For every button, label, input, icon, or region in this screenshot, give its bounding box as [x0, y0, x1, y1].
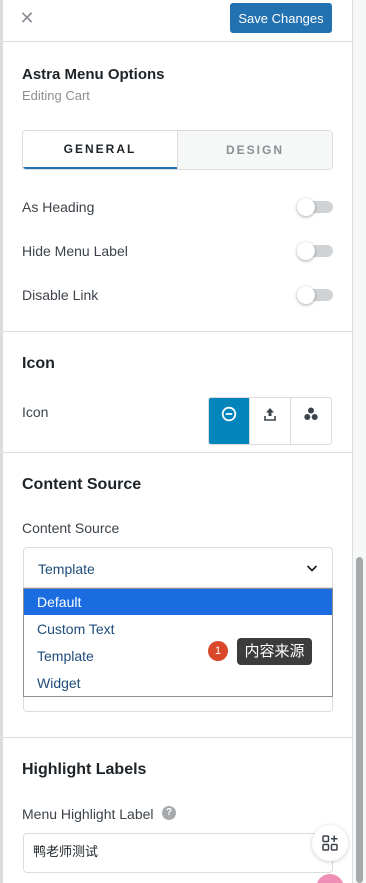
panel-subtitle: Editing Cart: [22, 88, 90, 103]
assistant-avatar[interactable]: [316, 874, 344, 883]
panel-left-border: [0, 0, 3, 883]
scrollbar-thumb[interactable]: [356, 557, 363, 883]
help-icon[interactable]: ?: [162, 806, 176, 820]
close-icon[interactable]: ✕: [19, 8, 35, 28]
annotation-tooltip: 内容来源: [237, 638, 312, 665]
as-heading-toggle[interactable]: [297, 198, 333, 216]
annotation-badge: 1: [208, 641, 228, 661]
icon-option-dots[interactable]: [290, 398, 331, 444]
toggle-row-disable-link: Disable Link: [22, 286, 333, 306]
section-divider: [3, 452, 352, 453]
option-default[interactable]: Default: [24, 589, 332, 615]
icon-option-minus-circle[interactable]: [209, 398, 249, 444]
upload-icon: [264, 408, 276, 421]
section-divider: [3, 737, 352, 738]
option-widget[interactable]: Widget: [24, 670, 332, 696]
content-source-select[interactable]: Template: [23, 547, 333, 588]
panel-title: Astra Menu Options: [22, 66, 165, 83]
menu-highlight-label-input[interactable]: 鸭老师测试: [23, 833, 333, 873]
toggle-label: As Heading: [22, 199, 95, 215]
icon-field-label: Icon: [22, 404, 49, 420]
tab-bar: GENERAL DESIGN: [22, 130, 333, 170]
highlight-labels-title: Highlight Labels: [22, 761, 147, 778]
toggle-knob: [297, 286, 315, 304]
toggle-label: Disable Link: [22, 287, 99, 303]
icon-section-title: Icon: [22, 355, 55, 372]
section-divider: [3, 331, 352, 332]
select-value: Template: [38, 561, 95, 577]
panel-header: ✕ Save Changes: [3, 0, 352, 42]
content-source-title: Content Source: [22, 476, 142, 493]
dots-cluster-icon: [304, 407, 318, 420]
toggle-row-hide-menu-label: Hide Menu Label: [22, 242, 333, 262]
save-changes-button[interactable]: Save Changes: [230, 3, 332, 33]
content-source-label: Content Source: [22, 520, 120, 536]
chevron-down-icon: [306, 565, 318, 572]
icon-choice-group: [208, 397, 332, 445]
widgets-float-button[interactable]: [312, 825, 348, 861]
toggle-label: Hide Menu Label: [22, 243, 128, 259]
minus-circle-icon: [221, 406, 237, 422]
apps-icon: [322, 835, 338, 851]
toggle-knob: [297, 242, 315, 260]
tab-design[interactable]: DESIGN: [177, 131, 332, 169]
toggle-knob: [297, 198, 315, 216]
tab-general[interactable]: GENERAL: [23, 131, 177, 169]
toggle-row-as-heading: As Heading: [22, 198, 333, 218]
icon-option-upload[interactable]: [249, 398, 290, 444]
hide-menu-label-toggle[interactable]: [297, 242, 333, 260]
menu-highlight-label: Menu Highlight Label: [22, 806, 154, 822]
disable-link-toggle[interactable]: [297, 286, 333, 304]
